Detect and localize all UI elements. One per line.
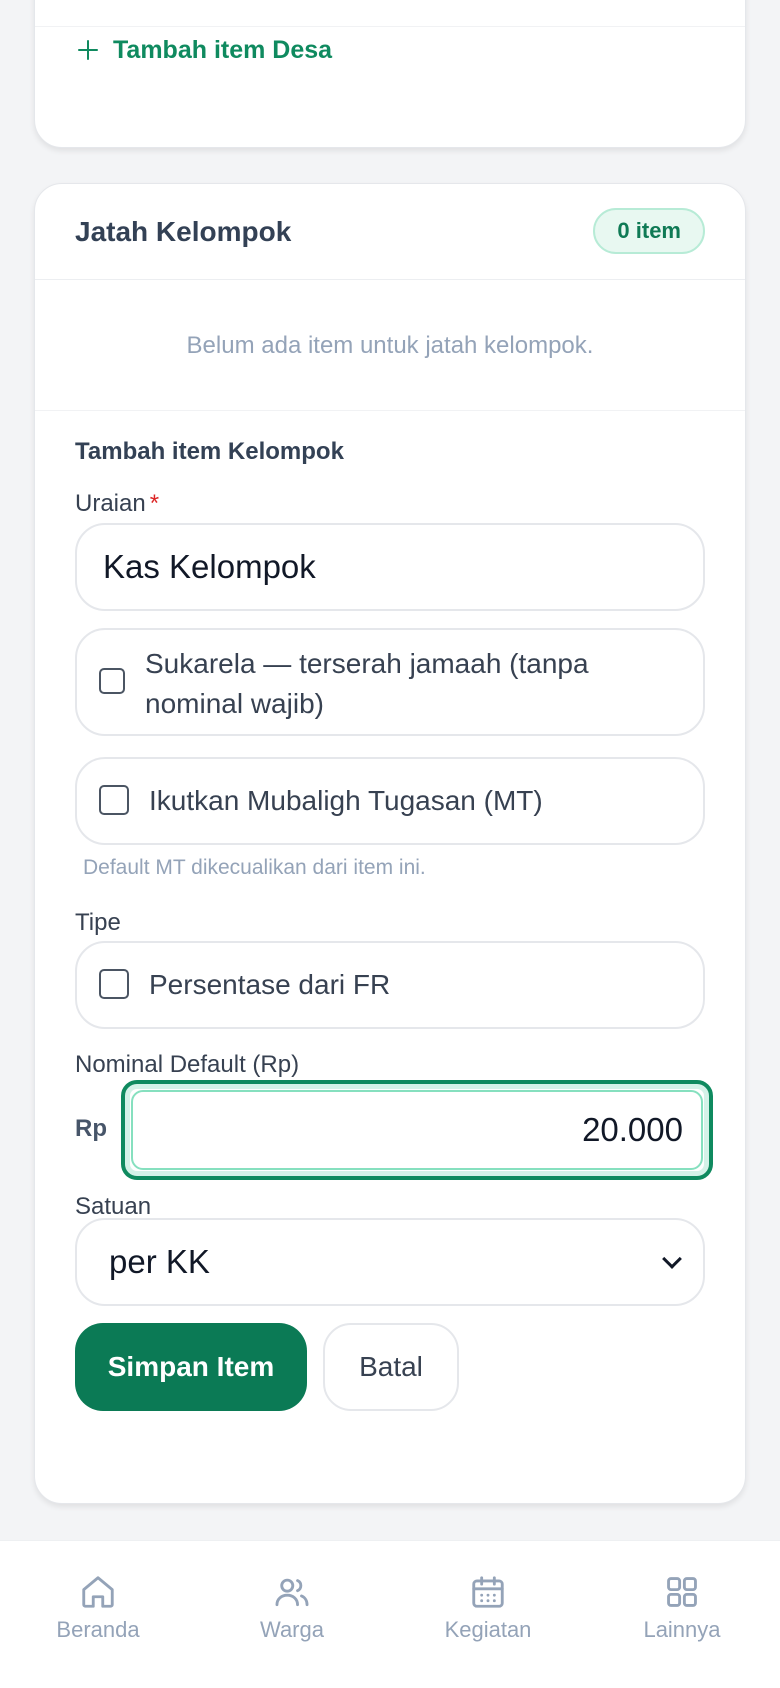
uraian-input[interactable]	[103, 548, 677, 586]
empty-state-text: Belum ada item untuk jatah kelompok.	[35, 281, 745, 411]
add-desa-item-button[interactable]: Tambah item Desa	[77, 33, 332, 67]
divider	[35, 26, 745, 27]
desa-card: Tambah item Desa	[34, 0, 746, 148]
add-desa-item-label: Tambah item Desa	[113, 35, 333, 64]
kelompok-header: Jatah Kelompok 0 item	[35, 184, 745, 280]
mt-option[interactable]: Ikutkan Mubaligh Tugasan (MT)	[75, 757, 705, 845]
nav-item-warga[interactable]: Warga	[222, 1573, 362, 1643]
home-icon	[82, 1576, 114, 1608]
nominal-field[interactable]: 20.000	[121, 1080, 713, 1180]
required-mark: *	[149, 490, 160, 517]
nav-label-beranda: Beranda	[56, 1617, 140, 1642]
sukarela-option[interactable]: Sukarela — terserah jamaah (tanpa nomina…	[75, 628, 705, 736]
nav-item-kegiatan[interactable]: Kegiatan	[418, 1573, 558, 1643]
kelompok-card: Jatah Kelompok 0 item Belum ada item unt…	[34, 183, 746, 1504]
form-title: Tambah item Kelompok	[75, 438, 344, 465]
nav-item-lainnya[interactable]: Lainnya	[612, 1573, 752, 1643]
mt-label: Ikutkan Mubaligh Tugasan (MT)	[149, 785, 543, 816]
nav-label-lainnya: Lainnya	[643, 1617, 721, 1642]
tipe-label: Tipe	[75, 909, 121, 936]
nav-label-warga: Warga	[260, 1617, 324, 1642]
persentase-option[interactable]: Persentase dari FR	[75, 941, 705, 1029]
persentase-checkbox[interactable]	[99, 969, 129, 999]
cancel-button[interactable]: Batal	[323, 1323, 459, 1411]
rp-prefix: Rp	[75, 1115, 107, 1142]
calendar-icon	[472, 1576, 504, 1608]
kelompok-title: Jatah Kelompok	[75, 216, 292, 247]
sukarela-label: Sukarela — terserah jamaah (tanpa nomina…	[145, 648, 589, 719]
users-icon	[275, 1578, 309, 1607]
plus-icon	[77, 39, 99, 61]
nav-item-beranda[interactable]: Beranda	[28, 1573, 168, 1643]
persentase-label: Persentase dari FR	[149, 969, 391, 1000]
satuan-label: Satuan	[75, 1193, 152, 1220]
satuan-select[interactable]: per KK	[75, 1218, 705, 1306]
satuan-selected-value: per KK	[109, 1243, 210, 1280]
mt-hint: Default MT dikecualikan dari item ini.	[83, 856, 426, 879]
uraian-label-text: Uraian	[75, 490, 146, 517]
nav-label-kegiatan: Kegiatan	[444, 1617, 532, 1642]
nominal-label: Nominal Default (Rp)	[75, 1051, 300, 1078]
chevron-down-icon	[662, 1249, 682, 1269]
item-count-badge: 0 item	[593, 208, 705, 254]
grid-icon	[667, 1577, 697, 1607]
nominal-input-value[interactable]: 20.000	[582, 1111, 683, 1149]
sukarela-checkbox[interactable]	[99, 668, 125, 694]
mt-checkbox[interactable]	[99, 785, 129, 815]
page: Tambah item Desa Jatah Kelompok 0 item B…	[0, 0, 780, 1688]
uraian-field[interactable]	[75, 523, 705, 611]
bottom-navigation: Beranda Warga Kegiatan Lainnya	[0, 1540, 780, 1688]
uraian-label: Uraian *	[75, 490, 159, 518]
save-item-button[interactable]: Simpan Item	[75, 1323, 307, 1411]
